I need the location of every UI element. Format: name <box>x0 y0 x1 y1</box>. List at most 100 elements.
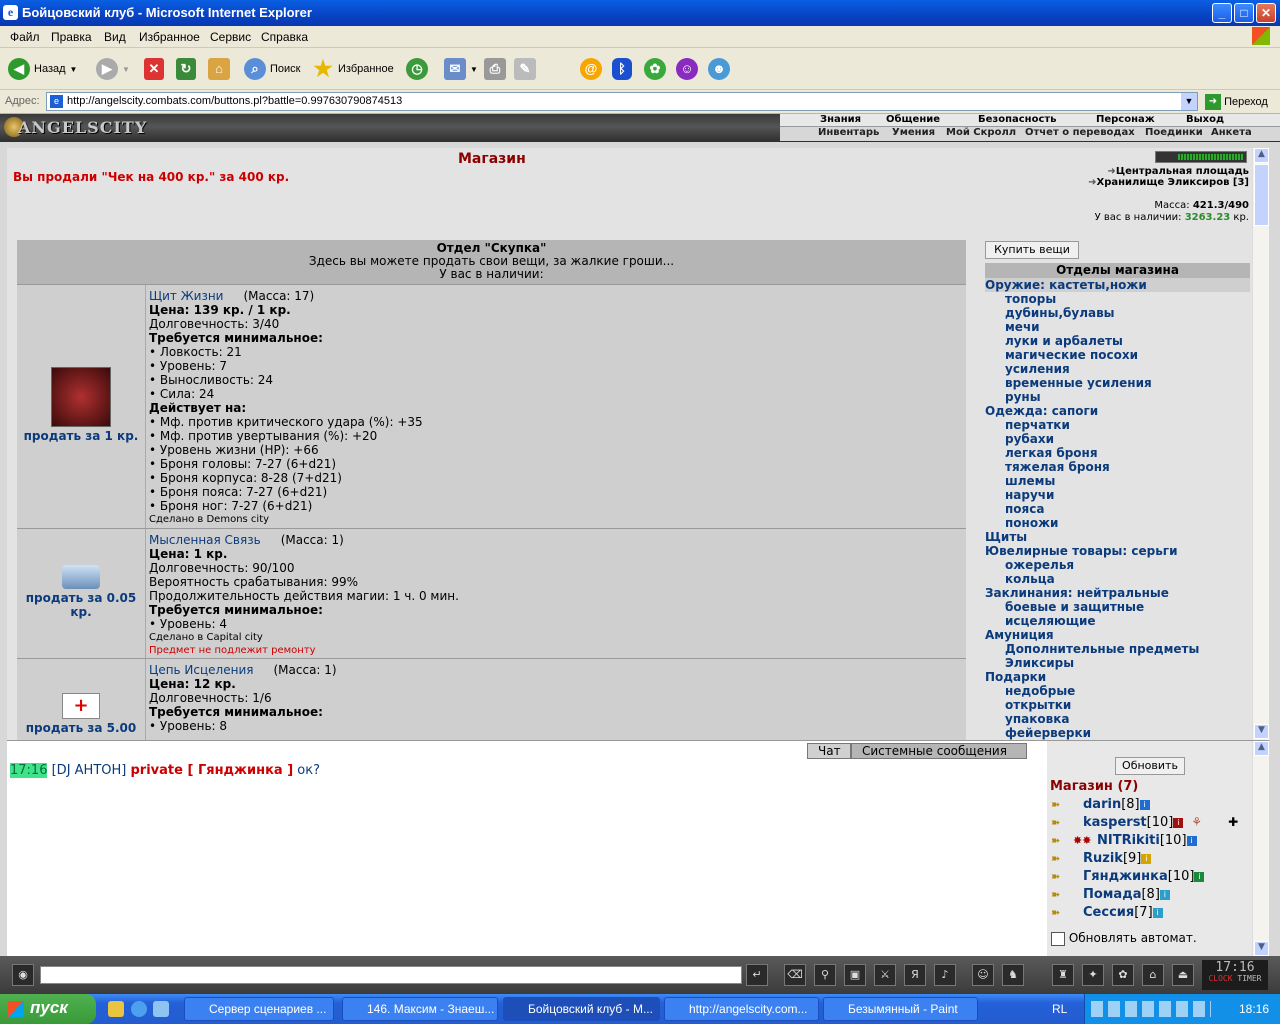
translit-icon[interactable]: Я <box>904 964 926 986</box>
close-button[interactable]: ✕ <box>1256 3 1276 23</box>
online-scroll-down-icon[interactable]: ▼ <box>1254 941 1269 956</box>
clan-icon[interactable]: ♞ <box>1002 964 1024 986</box>
department-link[interactable]: усиления <box>985 362 1250 376</box>
nav-knowledge[interactable]: Знания <box>820 114 861 125</box>
menu-help[interactable]: Справка <box>261 30 308 44</box>
private-arrow-icon[interactable]: ➽ <box>1051 816 1073 829</box>
department-link[interactable]: магические посохи <box>985 348 1250 362</box>
info-icon[interactable]: i <box>1139 799 1150 810</box>
tab-chat[interactable]: Чат <box>807 743 851 759</box>
location-central-square[interactable]: ➜Центральная площадь <box>1069 166 1249 177</box>
add-friend-icon[interactable]: ✚ <box>1228 815 1238 829</box>
edit-icon[interactable]: ✎ <box>514 58 536 80</box>
go-button[interactable]: ➜ Переход <box>1205 94 1268 110</box>
scroll-down-icon[interactable]: ▼ <box>1254 724 1269 739</box>
info-icon[interactable]: i <box>1194 871 1205 882</box>
at-icon[interactable]: @ <box>580 58 602 80</box>
department-link[interactable]: пояса <box>985 502 1250 516</box>
nav-social[interactable]: Общение <box>886 114 940 125</box>
private-arrow-icon[interactable]: ➽ <box>1051 888 1073 901</box>
icq-icon[interactable]: ✿ <box>644 58 666 80</box>
department-link[interactable]: легкая броня <box>985 446 1250 460</box>
sell-link[interactable]: продать за 5.00 <box>17 721 145 735</box>
department-link[interactable]: Подарки <box>985 670 1250 684</box>
nav-profile[interactable]: Анкета <box>1211 127 1252 138</box>
department-link[interactable]: наручи <box>985 488 1250 502</box>
user-name[interactable]: Ruzik <box>1083 851 1123 866</box>
chat-input[interactable] <box>40 966 742 984</box>
message-time[interactable]: 17:16 <box>10 763 48 778</box>
department-link[interactable]: Дополнительные предметы <box>985 642 1250 656</box>
speaker-icon[interactable]: ◉ <box>12 964 34 986</box>
message-author[interactable]: [DJ АНТОН] <box>52 763 127 778</box>
task-fight-club[interactable]: Бойцовский клуб - M... <box>503 997 660 1021</box>
scroll-thumb[interactable] <box>1254 164 1269 226</box>
bluetooth-icon[interactable]: ᛒ <box>612 58 632 80</box>
task-script-server[interactable]: Сервер сценариев ... <box>184 997 334 1021</box>
message-private[interactable]: private [ Гянджинка ] <box>131 763 294 778</box>
info-icon[interactable]: i <box>1186 835 1197 846</box>
home-icon[interactable]: ⌂ <box>208 58 230 80</box>
mail-icon[interactable]: ✉ <box>444 58 466 80</box>
user-name[interactable]: Сессия <box>1083 905 1134 920</box>
department-link[interactable]: кольца <box>985 572 1250 586</box>
language-indicator[interactable]: RL <box>1052 1002 1067 1016</box>
item-name[interactable]: Цепь Исцеления <box>149 663 253 677</box>
auto-refresh[interactable]: Обновлять автомат. <box>1051 931 1197 946</box>
department-link[interactable]: временные усиления <box>985 376 1250 390</box>
department-link[interactable]: Оружие: кастеты,ножи <box>985 278 1250 292</box>
favorites-button[interactable]: ★ Избранное <box>312 56 394 82</box>
back-button[interactable]: ◀ Назад ▼ <box>8 56 77 82</box>
save-log-icon[interactable]: ▣ <box>844 964 866 986</box>
quicklaunch-winamp-icon[interactable] <box>108 1001 124 1017</box>
info-icon[interactable]: i <box>1159 889 1170 900</box>
department-link[interactable]: открытки <box>985 698 1250 712</box>
task-angelscity[interactable]: http://angelscity.com... <box>664 997 819 1021</box>
address-input[interactable]: e http://angelscity.combats.com/buttons.… <box>46 92 1198 111</box>
item-name[interactable]: Щит Жизни <box>149 289 223 303</box>
private-arrow-icon[interactable]: ➽ <box>1051 852 1073 865</box>
private-arrow-icon[interactable]: ➽ <box>1051 870 1073 883</box>
department-link[interactable]: упаковка <box>985 712 1250 726</box>
department-link[interactable]: дубины,булавы <box>985 306 1250 320</box>
stop-icon[interactable]: ✕ <box>144 58 164 80</box>
shop-scrollbar[interactable]: ▲ ▼ <box>1252 148 1269 740</box>
tab-system-messages[interactable]: Системные сообщения <box>851 743 1027 759</box>
department-link[interactable]: Заклинания: нейтральные <box>985 586 1250 600</box>
refresh-icon[interactable]: ↻ <box>176 58 196 80</box>
exit-icon[interactable]: ⏏ <box>1172 964 1194 986</box>
nav-battles[interactable]: Поединки <box>1145 127 1203 138</box>
info-icon[interactable]: i <box>1173 817 1184 828</box>
department-link[interactable]: исцеляющие <box>985 614 1250 628</box>
nav-security[interactable]: Безопасность <box>978 114 1057 125</box>
eraser-icon[interactable]: ⌫ <box>784 964 806 986</box>
private-arrow-icon[interactable]: ➽ <box>1051 906 1073 919</box>
department-link[interactable]: ожерелья <box>985 558 1250 572</box>
private-arrow-icon[interactable]: ➽ <box>1051 798 1073 811</box>
filter-icon[interactable]: ⚲ <box>814 964 836 986</box>
info-icon[interactable]: i <box>1141 853 1152 864</box>
user-name[interactable]: darin <box>1083 797 1121 812</box>
send-icon[interactable]: ↵ <box>746 964 768 986</box>
forward-button[interactable]: ▶ ▼ <box>96 56 130 82</box>
yahoo-icon[interactable]: ☺ <box>676 58 698 80</box>
auto-refresh-checkbox[interactable] <box>1051 931 1065 946</box>
refresh-button[interactable]: Обновить <box>1115 757 1185 775</box>
department-link[interactable]: Амуниция <box>985 628 1250 642</box>
search-button[interactable]: ⌕ Поиск <box>244 56 300 82</box>
nav-skills[interactable]: Умения <box>892 127 935 138</box>
scroll-up-icon[interactable]: ▲ <box>1254 148 1269 163</box>
department-link[interactable]: перчатки <box>985 418 1250 432</box>
department-link[interactable]: недобрые <box>985 684 1250 698</box>
department-link[interactable]: Эликсиры <box>985 656 1250 670</box>
sell-link[interactable]: продать за 1 кр. <box>17 429 145 443</box>
department-link[interactable]: Одежда: сапоги <box>985 404 1250 418</box>
department-link[interactable]: фейерверки <box>985 726 1250 740</box>
department-link[interactable]: шлемы <box>985 474 1250 488</box>
task-maxim[interactable]: 146. Максим - Знаеш... <box>342 997 498 1021</box>
quicklaunch-ie-icon[interactable] <box>131 1001 147 1017</box>
inventory-icon[interactable]: ♜ <box>1052 964 1074 986</box>
user-name[interactable]: kasperst <box>1083 815 1147 830</box>
department-link[interactable]: боевые и защитные <box>985 600 1250 614</box>
scroll-icon[interactable]: ✦ <box>1082 964 1104 986</box>
